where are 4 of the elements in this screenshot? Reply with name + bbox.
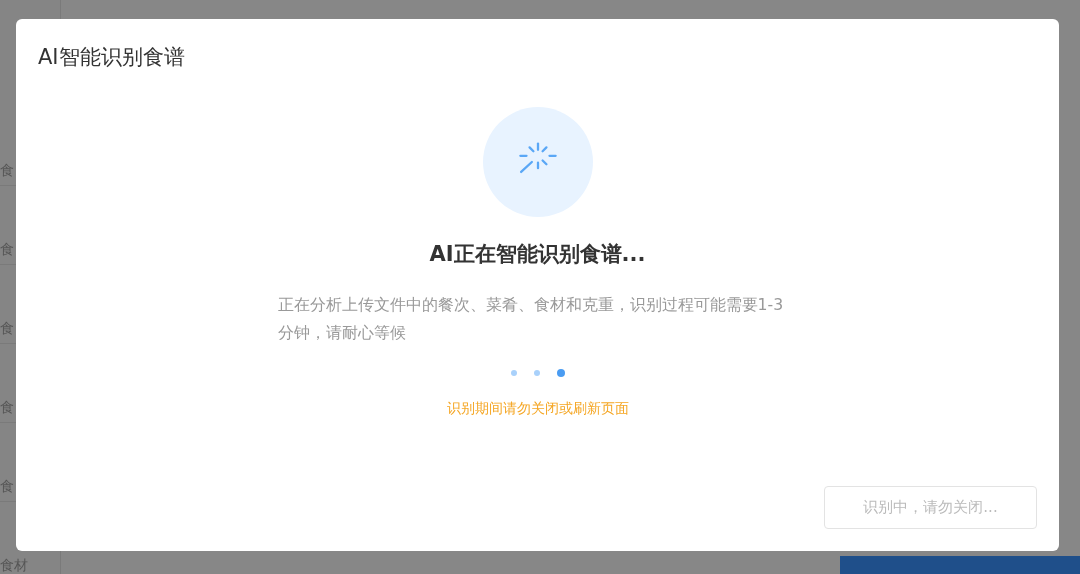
status-title: AI正在智能识别食谱... <box>429 241 646 268</box>
warning-text: 识别期间请勿关闭或刷新页面 <box>446 400 629 418</box>
dialog-title: AI智能识别食谱 <box>37 44 186 71</box>
description: 正在分析上传文件中的餐次、菜肴、食材和克重，识别过程可能需要1-3分钟，请耐心等候 <box>277 294 785 344</box>
